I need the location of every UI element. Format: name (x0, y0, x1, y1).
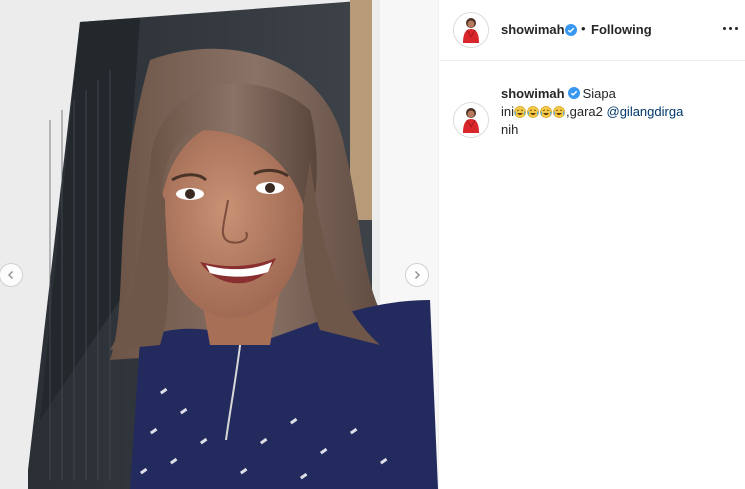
caption-line-start: Siapa (582, 86, 616, 101)
post-header: showimah • Following (439, 0, 745, 61)
caption-username[interactable]: showimah (501, 86, 565, 101)
post-side-panel: showimah • Following showimah Siapa ini … (438, 0, 745, 489)
more-horizontal-icon (722, 26, 726, 30)
face-with-tears-of-joy-icon (553, 106, 565, 118)
mention-link[interactable]: @gilangdirga (607, 104, 684, 119)
chevron-right-icon (415, 271, 420, 279)
avatar[interactable] (453, 12, 489, 48)
profile-photo-icon (454, 13, 488, 47)
more-horizontal-icon-dot (734, 26, 738, 30)
post-media (0, 0, 438, 489)
header-separator: • (581, 21, 586, 36)
caption-text: showimah Siapa ini ,gara2 @gilangdirga nih (501, 85, 741, 139)
avatar[interactable] (453, 102, 489, 138)
verified-badge-icon (565, 24, 577, 36)
profile-photo-icon (454, 103, 488, 137)
verified-badge-icon (567, 87, 580, 99)
face-with-tears-of-joy-icon (514, 106, 526, 118)
chevron-left-icon (8, 271, 13, 279)
carousel-prev-button[interactable] (0, 263, 23, 287)
more-horizontal-icon-dot (728, 26, 732, 30)
instagram-post: showimah • Following showimah Siapa ini … (0, 0, 745, 489)
more-options-button[interactable] (719, 18, 741, 38)
author-username[interactable]: showimah (501, 22, 565, 37)
face-with-tears-of-joy-icon (527, 106, 539, 118)
following-button[interactable]: Following (591, 22, 652, 37)
face-with-tears-of-joy-icon (540, 106, 552, 118)
post-photo[interactable] (0, 0, 438, 489)
carousel-next-button[interactable] (405, 263, 429, 287)
caption-word: ini (501, 104, 515, 119)
caption-line-end: nih (501, 122, 519, 137)
caption-after-emojis: ,gara2 (566, 104, 607, 119)
